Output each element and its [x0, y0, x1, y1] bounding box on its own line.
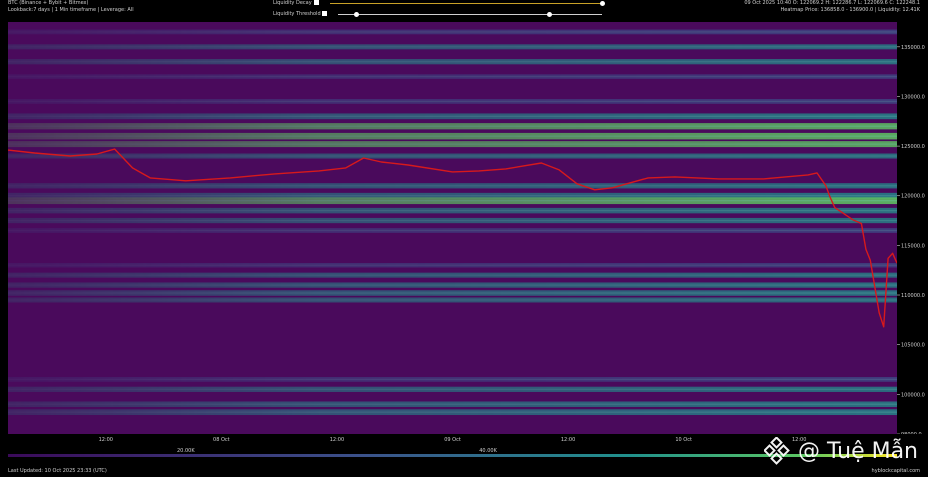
chart-subtitle: Lookback:7 days | 1 Min timeframe | Leve…	[8, 7, 134, 13]
site-credit: hyblockcapital.com	[871, 468, 920, 474]
liquidity-band-core-14	[8, 219, 897, 222]
liquidity-band-core-12	[8, 200, 897, 202]
liquidity-threshold-label: Liquidity Threshold	[273, 11, 321, 17]
chart-title: BTC (Binance + Bybit + Bitmex)	[8, 0, 89, 6]
liquidity-band-core-16	[8, 264, 897, 266]
liquidity-band-core-17	[8, 274, 897, 276]
ohlc-readout: 09 Oct 2025 10:40 O: 122069.2 H: 122286.…	[744, 0, 920, 6]
liquidity-band-core-21	[8, 378, 897, 380]
liquidity-band-core-5	[8, 115, 897, 117]
colorbar-tick-1: 40.00K	[479, 448, 497, 454]
y-tick-label-4: 115000.0	[901, 243, 925, 249]
liquidity-band-core-7	[8, 135, 897, 137]
y-tick-label-3: 120000.0	[901, 194, 925, 200]
liquidity-band-core-8	[8, 143, 897, 145]
x-tick-label-3: 09 Oct	[444, 437, 461, 443]
x-tick-label-5: 10 Oct	[675, 437, 692, 443]
liquidity-band-core-18	[8, 284, 897, 286]
y-tick-label-8: 98000.0	[901, 432, 922, 434]
y-tick-label-6: 105000.0	[901, 343, 925, 349]
y-tick-label-0: 135000.0	[901, 45, 925, 51]
liquidity-band-core-15	[8, 229, 897, 232]
liquidity-decay-checkbox[interactable]	[314, 0, 319, 5]
liquidity-band-core-22	[8, 388, 897, 390]
y-tick-label-7: 100000.0	[901, 392, 925, 398]
y-tick-label-2: 125000.0	[901, 144, 925, 150]
y-tick-label-5: 110000.0	[901, 293, 925, 299]
liquidity-threshold-min-knob[interactable]	[354, 12, 359, 17]
watermark: @ Tuệ Mẫn	[764, 437, 918, 465]
watermark-text: @ Tuệ Mẫn	[798, 438, 918, 464]
liquidity-band-core-23	[8, 403, 897, 405]
liquidity-band-core-20	[8, 299, 897, 301]
liquidity-band-core-4	[8, 100, 897, 103]
liquidity-threshold-slider[interactable]	[338, 14, 602, 15]
colorbar-tick-0: 20.00K	[177, 448, 195, 454]
x-tick-label-0: 12:00	[99, 437, 113, 443]
price-axis: 135000.0 130000.0 125000.0 120000.0 115000.0…	[897, 45, 925, 434]
liquidity-band-core-2	[8, 61, 897, 63]
liquidity-band-core-10	[8, 185, 897, 187]
liquidity-band-core-11	[8, 195, 897, 197]
liquidity-band-core-24	[8, 411, 897, 413]
liquidity-band-core-3	[8, 76, 897, 78]
liquidity-band-core-19	[8, 292, 897, 294]
liquidity-decay-slider-knob[interactable]	[600, 1, 605, 6]
x-tick-label-1: 08 Oct	[213, 437, 230, 443]
liquidity-decay-slider[interactable]	[330, 3, 602, 4]
y-tick-label-1: 130000.0	[901, 94, 925, 100]
x-tick-label-4: 12:00	[561, 437, 575, 443]
liquidity-heatmap-plot[interactable]	[8, 22, 897, 434]
x-tick-label-2: 12:00	[330, 437, 344, 443]
heatmap-background	[8, 22, 897, 434]
liquidity-band-core-13	[8, 210, 897, 212]
liquidity-band-core-6	[8, 125, 897, 127]
heatmap-readout: Heatmap Price: 136858.0 - 136900.0 | Liq…	[780, 7, 920, 13]
liquidity-threshold-slider-knob[interactable]	[547, 12, 553, 17]
liquidity-decay-label: Liquidity Decay	[273, 0, 312, 6]
last-updated-text: Last Updated: 10 Oct 2025 23:33 (UTC)	[8, 468, 107, 474]
liquidity-threshold-checkbox[interactable]	[322, 11, 327, 16]
liquidity-band-core-9	[8, 155, 897, 157]
liquidity-band-core-0	[8, 31, 897, 33]
liquidity-band-core-1	[8, 46, 897, 48]
diamond-logo-icon	[764, 437, 790, 465]
